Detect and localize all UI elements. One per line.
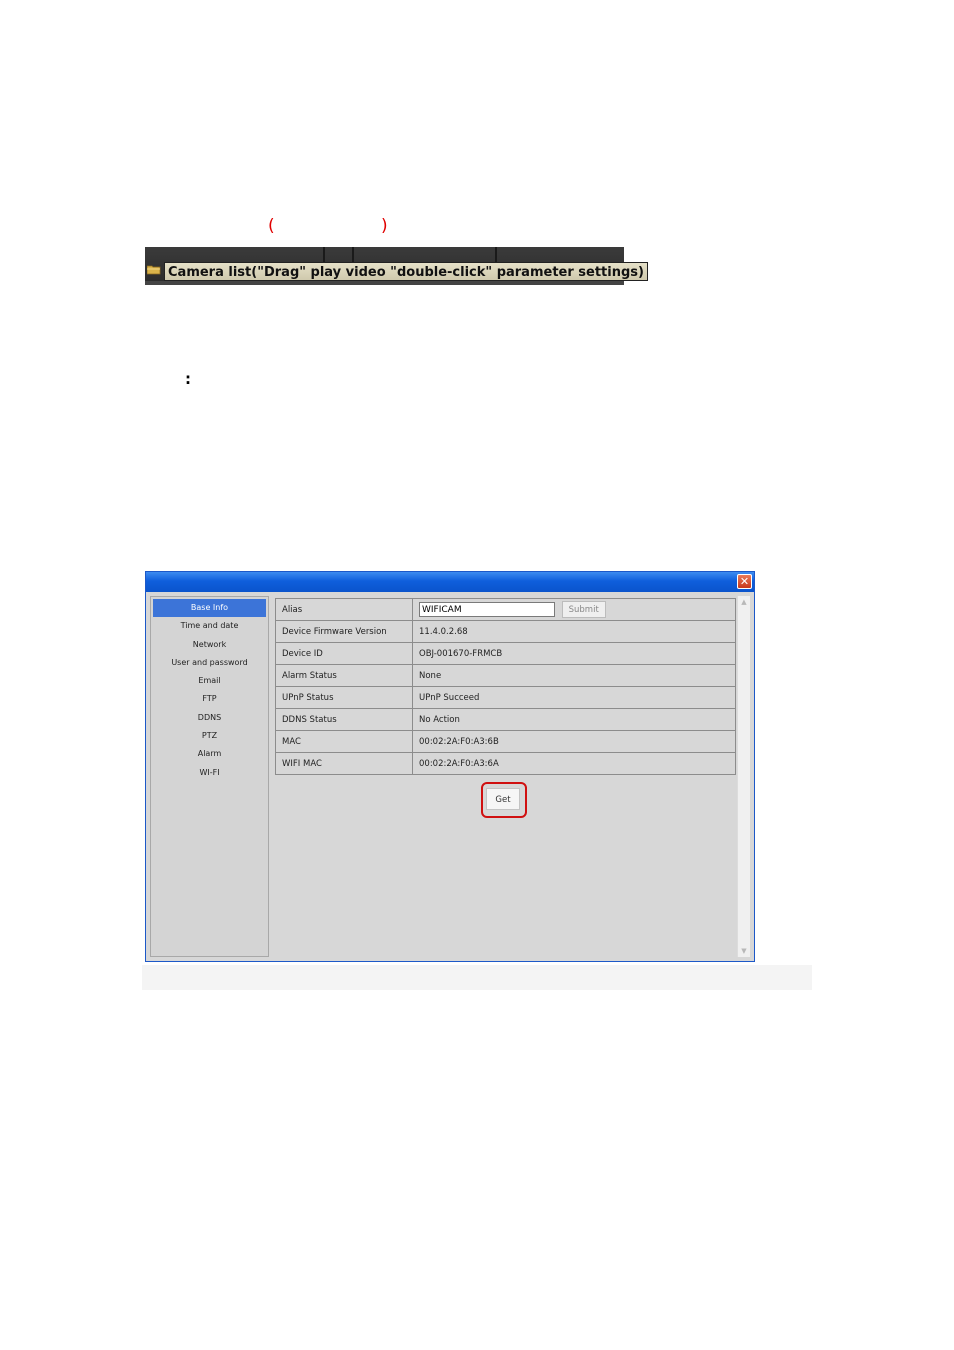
row-key: Device ID — [275, 642, 413, 665]
sidebar-item-wifi[interactable]: WI-FI — [153, 764, 266, 782]
vertical-scrollbar[interactable]: ▲ ▼ — [737, 596, 750, 957]
sidebar-item-time-and-date[interactable]: Time and date — [153, 617, 266, 635]
row-value: OBJ-001670-FRMCB — [412, 642, 736, 665]
row-key: DDNS Status — [275, 708, 413, 731]
row-key: MAC — [275, 730, 413, 753]
table-row: Alarm Status None — [275, 664, 736, 687]
alias-input[interactable] — [419, 602, 555, 617]
caption-strip — [142, 965, 812, 990]
device-settings-dialog: ✕ Base Info Time and date Network User a… — [145, 571, 755, 962]
right-parenthesis: ) — [381, 216, 388, 236]
scroll-down-icon[interactable]: ▼ — [740, 947, 748, 955]
table-row: Device Firmware Version 11.4.0.2.68 — [275, 620, 736, 643]
row-value: UPnP Succeed — [412, 686, 736, 709]
row-value: 00:02:2A:F0:A3:6B — [412, 730, 736, 753]
camera-list-label[interactable]: Camera list("Drag" play video "double-cl… — [164, 262, 648, 281]
sidebar-item-email[interactable]: Email — [153, 672, 266, 690]
settings-sidebar: Base Info Time and date Network User and… — [150, 596, 269, 957]
row-value: None — [412, 664, 736, 687]
scroll-up-icon[interactable]: ▲ — [740, 598, 748, 606]
dialog-titlebar[interactable]: ✕ — [146, 572, 754, 592]
submit-button[interactable]: Submit — [561, 601, 606, 618]
alias-label: Alias — [275, 598, 413, 621]
colon-mark: : — [185, 370, 191, 388]
table-row: MAC 00:02:2A:F0:A3:6B — [275, 730, 736, 753]
row-key: UPnP Status — [275, 686, 413, 709]
sidebar-item-user-and-password[interactable]: User and password — [153, 654, 266, 672]
close-icon[interactable]: ✕ — [737, 574, 752, 589]
table-row: DDNS Status No Action — [275, 708, 736, 731]
row-key: WIFI MAC — [275, 752, 413, 775]
left-parenthesis: ( — [268, 216, 275, 236]
sidebar-item-base-info[interactable]: Base Info — [153, 599, 266, 618]
row-key: Device Firmware Version — [275, 620, 413, 643]
row-key: Alarm Status — [275, 664, 413, 687]
row-value: 11.4.0.2.68 — [412, 620, 736, 643]
table-row: UPnP Status UPnP Succeed — [275, 686, 736, 709]
row-value: 00:02:2A:F0:A3:6A — [412, 752, 736, 775]
folder-icon — [147, 265, 161, 275]
base-info-panel: Alias Submit Device Firmware Version 11.… — [273, 596, 739, 957]
base-info-table: Alias Submit Device Firmware Version 11.… — [275, 598, 736, 775]
table-row: Device ID OBJ-001670-FRMCB — [275, 642, 736, 665]
sidebar-item-ptz[interactable]: PTZ — [153, 727, 266, 745]
row-value: No Action — [412, 708, 736, 731]
sidebar-item-alarm[interactable]: Alarm — [153, 745, 266, 763]
sidebar-item-network[interactable]: Network — [153, 636, 266, 654]
table-row: WIFI MAC 00:02:2A:F0:A3:6A — [275, 752, 736, 775]
sidebar-item-ddns[interactable]: DDNS — [153, 709, 266, 727]
sidebar-item-ftp[interactable]: FTP — [153, 690, 266, 708]
get-button[interactable]: Get — [486, 788, 520, 810]
alias-cell: Submit — [412, 598, 736, 621]
table-row: Alias Submit — [275, 598, 736, 621]
